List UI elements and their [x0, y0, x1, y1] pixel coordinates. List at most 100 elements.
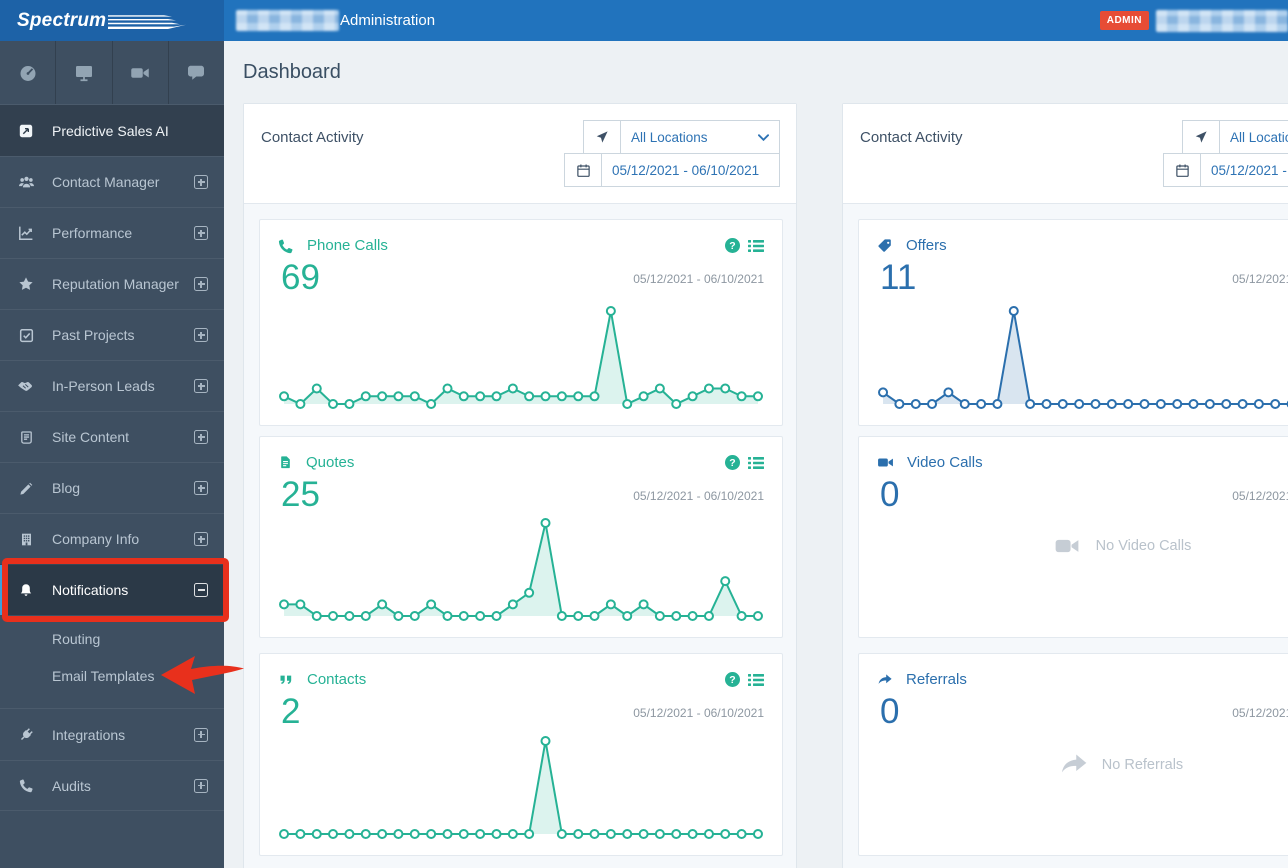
collapse-minus-icon[interactable]	[194, 583, 208, 597]
empty-state: No Referrals	[859, 750, 1288, 780]
expand-plus-icon[interactable]	[194, 379, 208, 393]
building-icon	[0, 532, 52, 547]
offers-card: Offers 11 05/12/2021 - 06/10/2021	[858, 219, 1288, 426]
date-range-filter: 05/12/2021 - 06/10/2021	[1163, 153, 1288, 187]
plug-icon	[0, 727, 52, 743]
topbar-title: Administration	[236, 0, 435, 41]
metric-value: 0	[880, 692, 900, 731]
location-select[interactable]: All Locations	[621, 120, 780, 154]
list-icon[interactable]	[748, 673, 764, 687]
expand-plus-icon[interactable]	[194, 430, 208, 444]
metric-value: 25	[281, 475, 320, 514]
sidebar-icon-tabs	[0, 41, 224, 105]
help-icon[interactable]	[725, 455, 740, 470]
sidebar-item-blog[interactable]: Blog	[0, 462, 224, 513]
redacted-company-name	[236, 10, 339, 31]
sidebar-item-company-info[interactable]: Company Info	[0, 513, 224, 564]
metric-date-range: 05/12/2021 - 06/10/2021	[1232, 706, 1288, 720]
chat-tab[interactable]	[169, 41, 224, 104]
sidebar-subitem-email-templates[interactable]: Email Templates	[0, 657, 224, 694]
dashboard-tab[interactable]	[0, 41, 57, 104]
sidebar-subitem-routing[interactable]: Routing	[0, 620, 224, 657]
sidebar-item-performance[interactable]: Performance	[0, 207, 224, 258]
box-arrow-icon	[0, 123, 52, 139]
expand-plus-icon[interactable]	[194, 226, 208, 240]
metric-value: 2	[281, 692, 301, 731]
panel-header: Contact Activity All Locations 05/12/202…	[244, 104, 796, 204]
sidebar-item-notifications[interactable]: Notifications	[0, 564, 224, 615]
metric-date-range: 05/12/2021 - 06/10/2021	[1232, 272, 1288, 286]
list-icon[interactable]	[748, 239, 764, 253]
phone-calls-sparkline	[276, 301, 766, 413]
contact-activity-panel-right: Contact Activity All Locations 05/12/202…	[842, 103, 1288, 868]
metric-date-range: 05/12/2021 - 06/10/2021	[1232, 489, 1288, 503]
handshake-icon	[0, 377, 52, 395]
empty-state: No Video Calls	[859, 533, 1288, 559]
sidebar-item-past-projects[interactable]: Past Projects	[0, 309, 224, 360]
pencil-icon	[0, 481, 52, 496]
quotes-sparkline	[276, 513, 766, 625]
brand-stripes-icon	[108, 14, 187, 29]
check-square-icon	[0, 328, 52, 343]
panel-title: Contact Activity	[261, 129, 364, 146]
location-filter: All Locations	[1182, 120, 1288, 154]
metric-date-range: 05/12/2021 - 06/10/2021	[633, 706, 764, 720]
video-tab[interactable]	[113, 41, 169, 104]
expand-plus-icon[interactable]	[194, 532, 208, 546]
quotes-card: Quotes 25 05/12/2021 - 06/10/2021	[259, 436, 783, 638]
sidebar-item-integrations[interactable]: Integrations	[0, 709, 224, 760]
help-icon[interactable]	[725, 672, 740, 687]
expand-plus-icon[interactable]	[194, 481, 208, 495]
topbar-title-text: Administration	[340, 12, 436, 29]
sidebar-item-in-person-leads[interactable]: In-Person Leads	[0, 360, 224, 411]
date-range-filter: 05/12/2021 - 06/10/2021	[564, 153, 780, 187]
admin-badge: ADMIN	[1099, 11, 1149, 30]
sidebar-item-audits[interactable]: Audits	[0, 760, 224, 811]
bell-icon	[0, 582, 52, 598]
sidebar-item-predictive-sales-ai[interactable]: Predictive Sales AI	[0, 105, 224, 156]
sidebar: Predictive Sales AI Contact Manager Perf…	[0, 41, 224, 868]
offers-sparkline	[875, 301, 1288, 413]
main-content: Dashboard Contact Activity All Locations…	[224, 41, 1288, 868]
expand-plus-icon[interactable]	[194, 277, 208, 291]
video-camera-icon	[1055, 539, 1079, 553]
list-icon[interactable]	[748, 456, 764, 470]
monitor-icon	[75, 65, 92, 81]
metric-label: Offers	[906, 237, 947, 254]
brand-logo[interactable]: Spectrum	[0, 0, 224, 41]
share-arrow-icon	[1061, 754, 1087, 773]
date-range-input[interactable]: 05/12/2021 - 06/10/2021	[1201, 153, 1288, 187]
metric-date-range: 05/12/2021 - 06/10/2021	[633, 272, 764, 286]
referrals-card: Referrals 0 05/12/2021 - 06/10/2021 No R…	[858, 653, 1288, 856]
expand-plus-icon[interactable]	[194, 727, 208, 742]
page-title: Dashboard	[243, 61, 341, 83]
calendar-icon	[1163, 153, 1201, 187]
expand-plus-icon[interactable]	[194, 175, 208, 189]
expand-plus-icon[interactable]	[194, 328, 208, 342]
calendar-icon	[564, 153, 602, 187]
sidebar-item-contact-manager[interactable]: Contact Manager	[0, 156, 224, 207]
quote-icon	[278, 672, 294, 688]
help-icon[interactable]	[725, 238, 740, 253]
metric-value: 69	[281, 258, 320, 297]
sidebar-item-reputation-manager[interactable]: Reputation Manager	[0, 258, 224, 309]
date-range-input[interactable]: 05/12/2021 - 06/10/2021	[602, 153, 780, 187]
metric-label: Contacts	[307, 671, 367, 688]
location-select[interactable]: All Locations	[1220, 120, 1288, 154]
sidebar-nav: Predictive Sales AI Contact Manager Perf…	[0, 105, 224, 811]
top-bar: Spectrum Administration ADMIN	[0, 0, 1288, 41]
expand-plus-icon[interactable]	[194, 778, 208, 793]
gauge-icon	[20, 65, 36, 81]
chart-line-icon	[0, 225, 52, 241]
book-icon	[0, 430, 52, 445]
phone-icon	[0, 778, 52, 793]
desktop-tab[interactable]	[56, 41, 113, 104]
metric-value: 11	[880, 258, 917, 297]
users-icon	[0, 174, 52, 191]
phone-icon	[278, 238, 294, 254]
panel-header: Contact Activity All Locations 05/12/202…	[843, 104, 1288, 204]
sidebar-item-site-content[interactable]: Site Content	[0, 411, 224, 462]
file-icon	[278, 455, 293, 470]
phone-calls-card: Phone Calls 69 05/12/2021 - 06/10/2021	[259, 219, 783, 426]
video-camera-icon	[877, 454, 894, 471]
